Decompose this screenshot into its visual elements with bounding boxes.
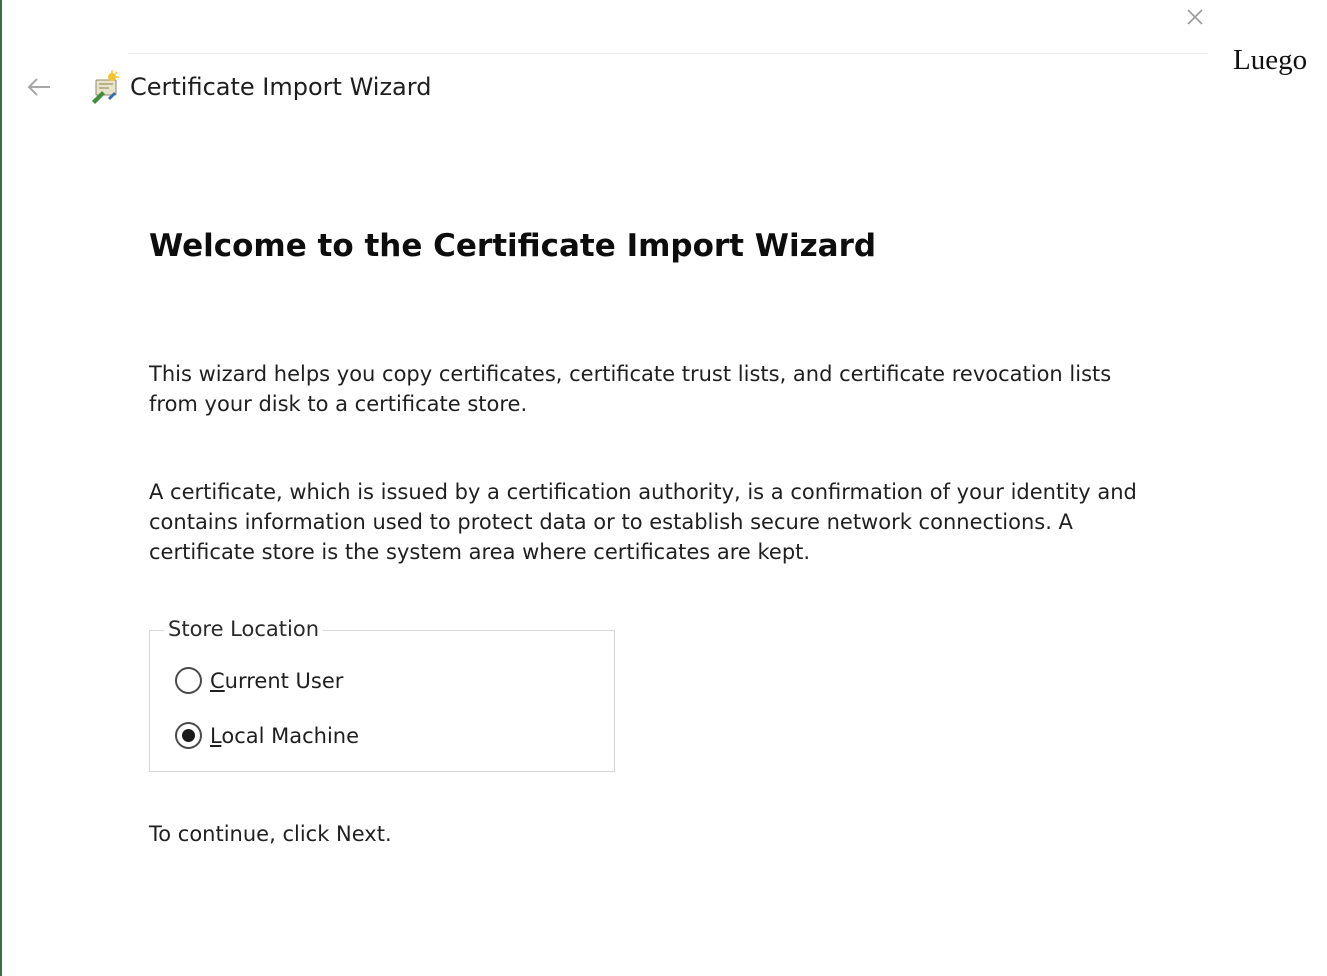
radio-local-machine-rest: ocal Machine (221, 723, 360, 748)
radio-current-user-rest: urrent User (224, 668, 344, 693)
page-heading: Welcome to the Certificate Import Wizard (149, 228, 877, 264)
radio-local-machine-label[interactable]: Local Machine (210, 724, 359, 748)
radio-current-user-circle[interactable] (175, 667, 202, 694)
certificate-wizard-icon (88, 70, 122, 104)
radio-current-user-accel: C (210, 668, 225, 693)
title-bar-divider (128, 53, 1208, 54)
back-button[interactable] (24, 72, 54, 102)
radio-selected-dot (182, 729, 195, 742)
radio-current-user-label[interactable]: Current User (210, 669, 343, 693)
continue-instruction: To continue, click Next. (149, 822, 392, 846)
store-location-legend: Store Location (164, 617, 323, 641)
radio-local-machine[interactable]: Local Machine (175, 722, 359, 749)
wizard-header: Certificate Import Wizard (24, 68, 431, 106)
close-icon (1187, 9, 1203, 25)
close-button[interactable] (1180, 2, 1210, 32)
side-text: Luego (1233, 44, 1308, 76)
wizard-content: Welcome to the Certificate Import Wizard… (149, 228, 1159, 846)
intro-paragraph: This wizard helps you copy certificates,… (149, 362, 1112, 416)
description-paragraph: A certificate, which is issued by a cert… (149, 480, 1137, 564)
back-arrow-icon (27, 78, 50, 96)
wizard-title: Certificate Import Wizard (130, 73, 432, 101)
store-location-group: Store Location Current User Local Machin… (149, 617, 615, 772)
window-left-border (0, 0, 2, 976)
radio-current-user[interactable]: Current User (175, 667, 343, 694)
radio-local-machine-circle[interactable] (175, 722, 202, 749)
radio-local-machine-accel: L (210, 723, 222, 748)
